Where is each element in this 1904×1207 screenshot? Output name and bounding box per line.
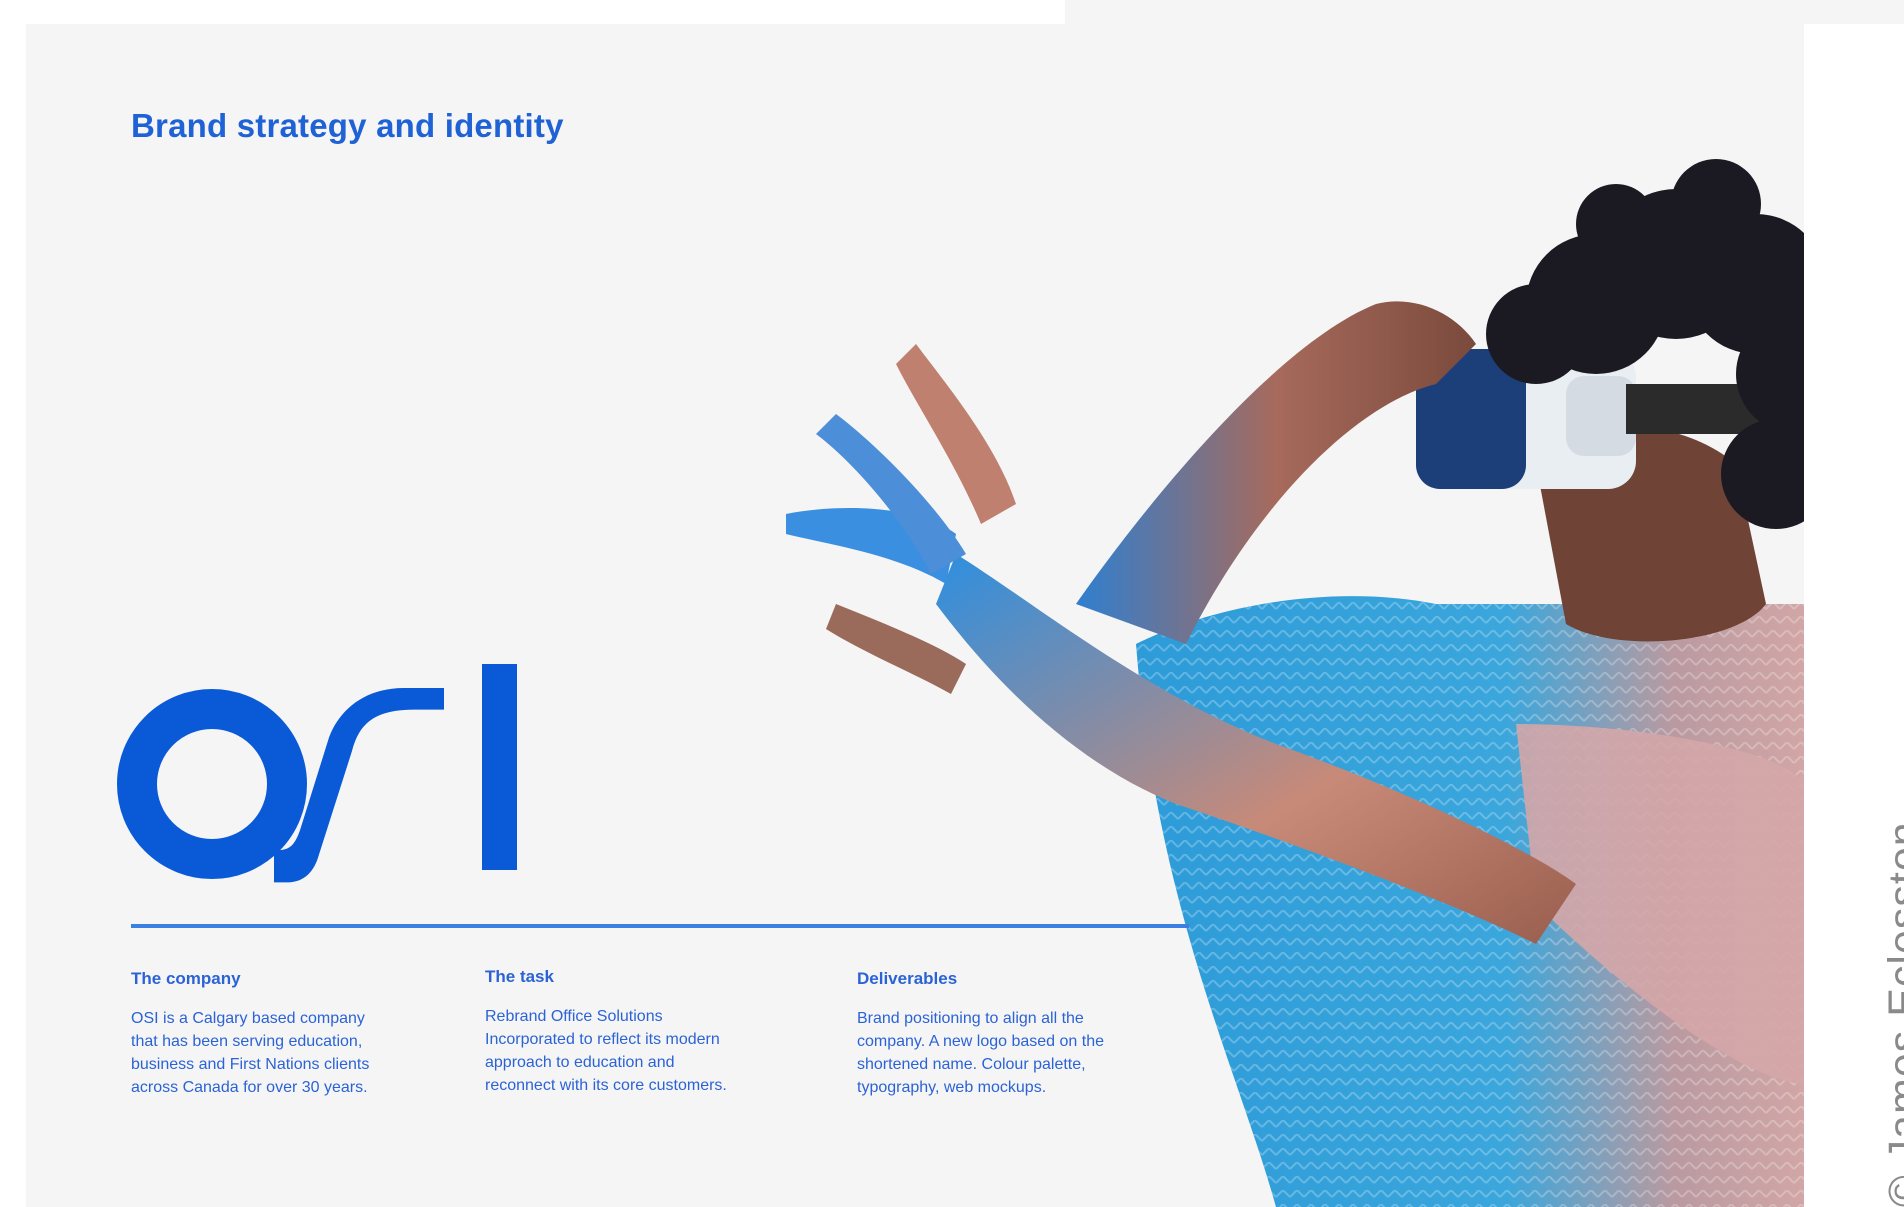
company-heading: The company xyxy=(131,969,241,988)
task-heading: The task xyxy=(485,967,554,986)
divider-line xyxy=(131,924,1189,928)
osi-logo xyxy=(117,664,517,883)
deliverables-column: Deliverables Brand positioning to align … xyxy=(857,969,1177,1099)
background-strip xyxy=(1065,0,1904,24)
photo-credit: © James Eclesston xyxy=(1880,821,1904,1207)
task-text: Rebrand Office Solutions Incorporated to… xyxy=(485,1008,727,1094)
deliverables-heading: Deliverables xyxy=(857,969,958,988)
brand-title: Brand strategy and identity xyxy=(131,107,564,144)
company-text: OSI is a Calgary based company that has … xyxy=(131,1010,370,1096)
company-column: The company OSI is a Calgary based compa… xyxy=(131,969,451,1099)
task-column: The task Rebrand Office Solutions Incorp… xyxy=(485,967,805,1097)
deliverables-text: Brand positioning to align all the compa… xyxy=(857,1010,1104,1096)
portfolio-card: Brand strategy and identity The company … xyxy=(26,24,1804,1207)
